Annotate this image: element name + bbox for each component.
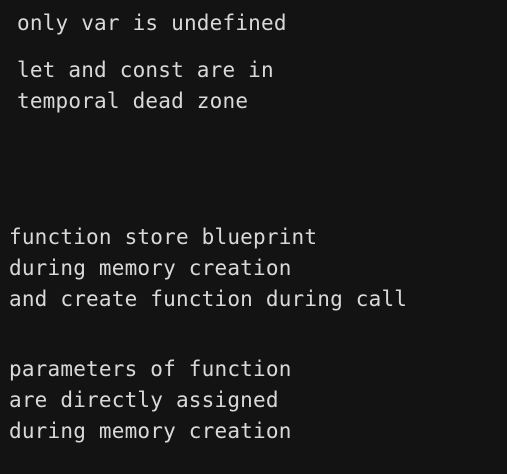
note-function-blueprint: function store blueprint during memory c… xyxy=(9,222,407,315)
note-var-undefined: only var is undefined xyxy=(17,8,287,39)
note-line: are directly assigned xyxy=(9,388,279,412)
note-line: only var is undefined xyxy=(17,11,287,35)
note-line: temporal dead zone xyxy=(17,89,249,113)
note-line: let and const are in xyxy=(17,58,274,82)
note-line: function store blueprint xyxy=(9,225,318,249)
note-function-parameters: parameters of function are directly assi… xyxy=(9,354,292,447)
note-line: and create function during call xyxy=(9,287,408,311)
note-temporal-dead-zone: let and const are in temporal dead zone xyxy=(17,55,274,117)
note-line: during memory creation xyxy=(9,256,292,280)
note-line: parameters of function xyxy=(9,357,292,381)
note-line: during memory creation xyxy=(9,419,292,443)
notes-canvas: only var is undefined let and const are … xyxy=(0,0,507,474)
